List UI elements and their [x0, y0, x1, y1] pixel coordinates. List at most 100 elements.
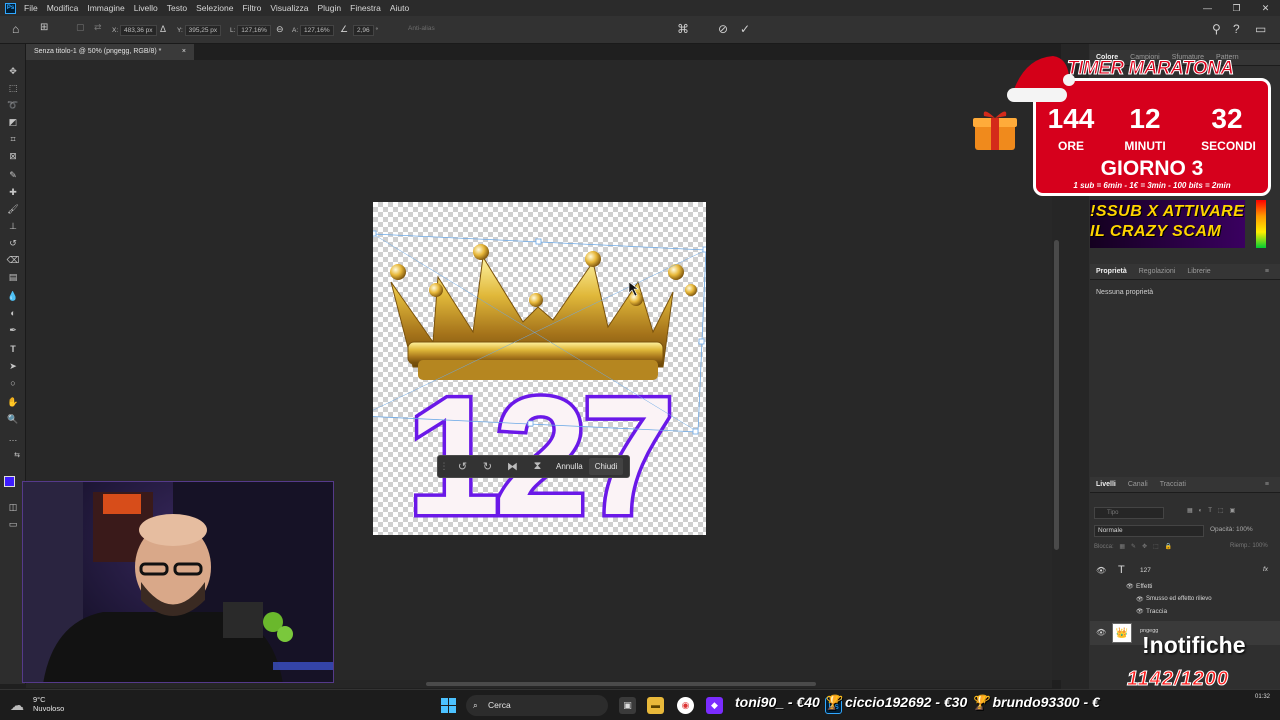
menu-finestra[interactable]: Finestra [350, 3, 381, 13]
close-window-button[interactable]: ✕ [1251, 0, 1280, 16]
opacity-value[interactable]: 100% [1236, 526, 1253, 533]
tab-regolazioni[interactable]: Regolazioni [1133, 268, 1182, 275]
blend-mode-select[interactable]: Normale [1094, 525, 1204, 537]
search-icon[interactable]: ⚲ [1212, 22, 1221, 36]
tab-librerie[interactable]: Librerie [1181, 268, 1216, 275]
object-select-tool-icon[interactable]: ◩ [6, 115, 20, 129]
home-icon[interactable]: ⌂ [12, 22, 19, 36]
help-icon[interactable]: ? [1233, 22, 1240, 36]
warp-mode-icon[interactable]: ⌘ [677, 22, 689, 36]
layer-row-127[interactable]: 👁 T 127 fx [1090, 563, 1280, 581]
width-field[interactable]: 127,16% [237, 25, 271, 36]
fill-value[interactable]: 100% [1252, 543, 1267, 549]
tab-tracciati[interactable]: Tracciati [1154, 481, 1192, 488]
tab-livelli[interactable]: Livelli [1090, 481, 1122, 488]
link-proportions-icon[interactable]: ⊖ [276, 24, 284, 35]
screen-mode-icon[interactable]: ▭ [6, 517, 20, 531]
foreground-color-swatch[interactable] [4, 476, 15, 487]
shape-tool-icon[interactable]: ○ [6, 376, 20, 390]
relative-position-icon[interactable]: ⇄ [94, 22, 102, 33]
type-tool-icon[interactable]: T [6, 342, 20, 356]
system-clock[interactable]: 01:32 [1255, 694, 1270, 700]
taskbar-search[interactable]: ⌕ Cerca [466, 695, 608, 716]
twitch-icon[interactable]: ◆ [706, 697, 723, 714]
menu-selezione[interactable]: Selezione [196, 3, 233, 13]
angle-field[interactable]: 2,96 [353, 25, 374, 36]
brush-tool-icon[interactable]: 🖌 [6, 202, 20, 216]
task-view-icon[interactable]: ▣ [619, 697, 636, 714]
blur-tool-icon[interactable]: 💧 [6, 289, 20, 303]
effects-fx-icon[interactable]: fx [1263, 566, 1268, 573]
rotate-right-icon[interactable]: ↻ [475, 460, 500, 473]
quick-mask-icon[interactable]: ◫ [6, 500, 20, 514]
menu-filtro[interactable]: Filtro [242, 3, 261, 13]
more-tools-icon[interactable]: … [6, 431, 20, 445]
reference-point-icon[interactable]: ▢ [76, 22, 85, 33]
marquee-tool-icon[interactable]: ⬚ [6, 81, 20, 95]
tool-preset-icon[interactable]: ⊞ [40, 22, 48, 33]
menu-immagine[interactable]: Immagine [87, 3, 124, 13]
y-position-field[interactable]: 395,25 px [184, 25, 222, 36]
effects-label: Effetti [1136, 583, 1153, 590]
dodge-tool-icon[interactable]: ◐ [6, 306, 20, 320]
lock-icons[interactable]: ▦✎✥⬚🔒 [1119, 544, 1178, 550]
close-button[interactable]: Chiudi [588, 458, 624, 475]
visibility-eye-icon[interactable]: 👁 [1096, 628, 1106, 637]
seconds-value: 32 [1211, 103, 1243, 134]
antialias-checkbox[interactable]: Anti-alias [408, 25, 435, 32]
weather-widget[interactable]: 9°C Nuvoloso [33, 695, 64, 713]
maximize-button[interactable]: ❐ [1222, 0, 1251, 16]
healing-brush-icon[interactable]: ✚ [6, 185, 20, 199]
zoom-tool-icon[interactable]: 🔍 [6, 412, 20, 426]
frame-tool-icon[interactable]: ⊠ [6, 149, 20, 163]
commit-transform-icon[interactable]: ✓ [740, 22, 750, 36]
document-canvas[interactable]: 127 [373, 202, 706, 535]
gradient-tool-icon[interactable]: ▤ [6, 270, 20, 284]
windows-start-icon[interactable] [441, 698, 456, 713]
chrome-icon[interactable]: ◉ [677, 697, 694, 714]
height-field[interactable]: 127,16% [299, 25, 334, 36]
photoshop-logo-icon[interactable]: Ps [5, 2, 16, 14]
menu-testo[interactable]: Testo [167, 3, 187, 13]
weather-cloud-icon[interactable]: ☁ [10, 697, 24, 714]
sub-alert-text: !SSUB X ATTIVARE IL CRAZY SCAM [1090, 203, 1245, 240]
document-tab[interactable]: Senza titolo-1 @ 50% (pngegg, RGB/8) * × [26, 44, 194, 60]
clone-stamp-icon[interactable]: ⊥ [6, 219, 20, 233]
cancel-transform-icon[interactable]: ⊘ [718, 22, 728, 36]
seconds-unit: SECONDI [1201, 139, 1256, 153]
layer-filter-icons[interactable]: ▦◐T⬚▣ [1187, 507, 1241, 514]
cancel-button[interactable]: Annulla [550, 462, 589, 471]
move-tool-icon[interactable]: ✥ [6, 64, 20, 78]
menu-livello[interactable]: Livello [134, 3, 158, 13]
menu-visualizza[interactable]: Visualizza [270, 3, 308, 13]
layers-menu-icon[interactable]: ≡ [1259, 481, 1275, 488]
pen-tool-icon[interactable]: ✒ [6, 323, 20, 337]
menu-aiuto[interactable]: Aiuto [390, 3, 409, 13]
tab-proprieta[interactable]: Proprietà [1090, 268, 1133, 275]
flip-vertical-icon[interactable]: ⧗ [525, 460, 550, 473]
hand-tool-icon[interactable]: ✋ [6, 395, 20, 409]
visibility-eye-icon[interactable]: 👁 [1096, 566, 1106, 575]
layer-filter-input[interactable]: Tipo [1094, 507, 1164, 519]
flip-horizontal-icon[interactable]: ⧓ [500, 460, 525, 473]
history-brush-icon[interactable]: ↺ [6, 236, 20, 250]
workspace-icon[interactable]: ▭ [1255, 22, 1266, 36]
path-select-icon[interactable]: ➤ [6, 359, 20, 373]
menu-modifica[interactable]: Modifica [47, 3, 79, 13]
x-position-field[interactable]: 483,36 px [119, 25, 157, 36]
panel-menu-icon[interactable]: ≡ [1259, 268, 1275, 275]
eraser-tool-icon[interactable]: ⌫ [6, 253, 20, 267]
rotate-left-icon[interactable]: ↺ [450, 460, 475, 473]
swap-colors-icon[interactable]: ⇆ [10, 448, 24, 462]
tab-canali[interactable]: Canali [1122, 481, 1154, 488]
close-document-icon[interactable]: × [182, 44, 186, 60]
menu-plugin[interactable]: Plugin [317, 3, 341, 13]
menu-file[interactable]: File [24, 3, 38, 13]
eyedropper-tool-icon[interactable]: ✎ [6, 168, 20, 182]
lasso-tool-icon[interactable]: ➰ [6, 98, 20, 112]
drag-handle-icon[interactable]: ⋮ [438, 461, 450, 472]
file-explorer-icon[interactable]: ▬ [647, 697, 664, 714]
minimize-button[interactable]: — [1193, 0, 1222, 16]
level-meter [1256, 200, 1266, 248]
crop-tool-icon[interactable]: ⌗ [6, 132, 20, 146]
